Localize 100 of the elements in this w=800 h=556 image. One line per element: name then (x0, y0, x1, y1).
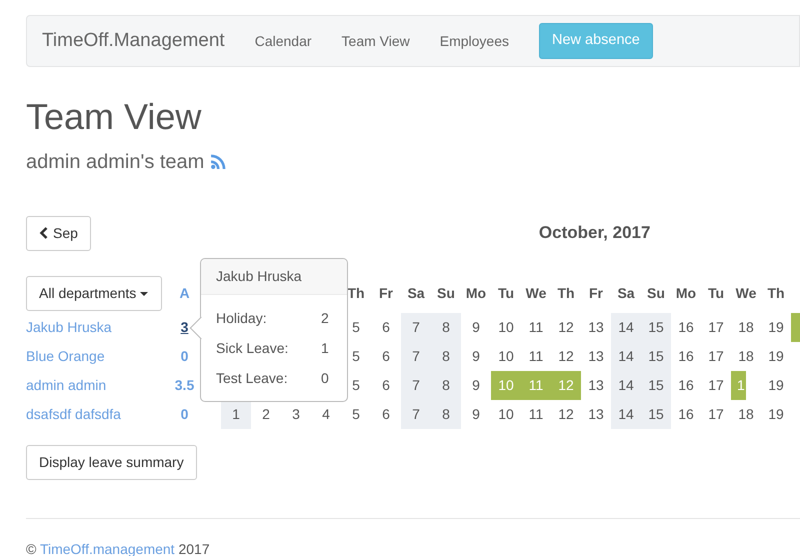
day-cell: 14 (611, 312, 641, 342)
day-cell: 17 (701, 400, 731, 429)
nav-link[interactable]: Calendar (254, 30, 312, 52)
day-cell: 8 (431, 400, 461, 429)
weekday-header: Tu (706, 284, 726, 304)
day-cell-text: 18 (737, 318, 755, 337)
popover-title: Jakub Hruska (201, 258, 347, 295)
day-cell: 13 (581, 370, 611, 400)
nav-link[interactable]: Team View (342, 30, 410, 52)
day-cell-text: 10 (497, 346, 515, 366)
chevron-left-icon (39, 227, 49, 240)
day-cell: 19 (761, 312, 791, 342)
rss-icon[interactable] (210, 153, 228, 170)
day-cell: 16 (671, 342, 701, 371)
day-cell-text: 10 (497, 318, 515, 337)
leave-type-label: Test Leave: (216, 369, 289, 388)
new-absence-button[interactable]: New absence (539, 23, 653, 59)
weekday-header: Su (436, 284, 456, 304)
day-cell-text: 5 (351, 404, 361, 424)
previous-month-button[interactable]: Sep (26, 216, 91, 251)
employee-link[interactable]: dsafsdf dafsdfa (26, 406, 121, 422)
weekday-header: Th (766, 284, 786, 304)
nav-link[interactable]: Employees (440, 30, 510, 52)
day-cell-text: 12 (557, 318, 575, 337)
day-cell: 14 (611, 342, 641, 371)
day-cell: 8 (431, 342, 461, 371)
day-cell: 6 (371, 400, 401, 429)
weekday-header: We (524, 284, 548, 304)
day-cell: 17 (701, 370, 731, 400)
month-title: October, 2017 (538, 222, 650, 244)
allowance-value[interactable]: 0 (180, 406, 188, 422)
day-cell-text: 5 (351, 376, 361, 395)
leave-count: 1 (321, 339, 329, 358)
day-cell: 14 (611, 400, 641, 429)
day-cell: 8 (431, 312, 461, 342)
day-cell-text: 3 (291, 404, 301, 424)
brand-link[interactable]: TimeOff.Management (42, 26, 225, 56)
day-cell: 6 (371, 370, 401, 400)
day-cell-text: 5 (351, 346, 361, 366)
day-cell: 6 (371, 312, 401, 342)
leave-type-label: Sick Leave: (216, 339, 290, 358)
weekday-header: Sa (616, 284, 636, 304)
leave-day-cell: 10 (491, 370, 521, 400)
day-cell: 16 (671, 312, 701, 342)
weekday-header: We (734, 284, 758, 304)
leave-count: 0 (321, 369, 329, 388)
day-cell: 13 (581, 342, 611, 371)
weekday-header: Tu (496, 284, 516, 304)
day-cell: 15 (641, 400, 671, 429)
day-cell: 15 (641, 342, 671, 371)
employee-link[interactable]: Blue Orange (26, 348, 105, 364)
day-cell-text: 12 (557, 346, 575, 366)
leave-count: 2 (321, 309, 329, 328)
day-cell: 11 (521, 400, 551, 429)
day-cell-text: 5 (351, 318, 361, 337)
allowance-value[interactable]: 0 (180, 348, 188, 364)
leave-type-label: Holiday: (216, 309, 268, 328)
leave-day-cell: 12 (551, 370, 581, 400)
weekday-header: Th (556, 284, 576, 304)
allowance-value[interactable]: 3 (180, 318, 188, 335)
employee-link[interactable]: Jakub Hruska (26, 318, 112, 335)
day-cell-text: 18 (737, 346, 755, 366)
allowance-header: A (179, 285, 190, 302)
weekday-header: Fr (588, 284, 604, 304)
weekday-header: Su (646, 284, 666, 304)
day-cell-text: 17 (707, 346, 725, 366)
employee-link[interactable]: admin admin (26, 376, 106, 393)
day-cell-text: 4 (321, 404, 331, 424)
day-cell: 18 (731, 400, 761, 429)
leave-day-cell: 11 (521, 370, 551, 400)
day-cell: 16 (671, 400, 701, 429)
weekday-header: Mo (464, 284, 488, 304)
day-cell: 13 (581, 312, 611, 342)
day-cell: 15 (641, 370, 671, 400)
day-cell: 14 (611, 370, 641, 400)
day-cell: 15 (641, 312, 671, 342)
day-cell: 12 (551, 400, 581, 429)
day-cell-text: 17 (707, 318, 725, 337)
day-cell: 10 (491, 400, 521, 429)
weekday-header: Sa (406, 284, 426, 304)
day-cell: 9 (461, 312, 491, 342)
day-cell: 7 (401, 370, 431, 400)
day-cell-text: 11 (528, 346, 544, 366)
day-cell-text: 19 (767, 404, 785, 424)
day-cell: 7 (401, 312, 431, 342)
caret-icon (140, 291, 150, 298)
day-cell: 2 (251, 400, 281, 429)
department-dropdown[interactable]: All departments (26, 276, 162, 312)
day-cell: 8 (431, 370, 461, 400)
day-cell: 13 (581, 400, 611, 429)
page-title: Team View (26, 97, 202, 137)
day-cell: 6 (371, 342, 401, 371)
weekday-header: Th (346, 284, 366, 304)
day-cell-text: 11 (528, 318, 544, 337)
day-cell: 9 (461, 370, 491, 400)
leave-summary-button[interactable]: Display leave summary (26, 444, 197, 480)
team-subtitle: admin admin's team (26, 150, 204, 175)
day-cell: 9 (461, 342, 491, 371)
day-cell-text: 19 (767, 376, 785, 395)
allowance-value[interactable]: 3.5 (174, 376, 194, 393)
